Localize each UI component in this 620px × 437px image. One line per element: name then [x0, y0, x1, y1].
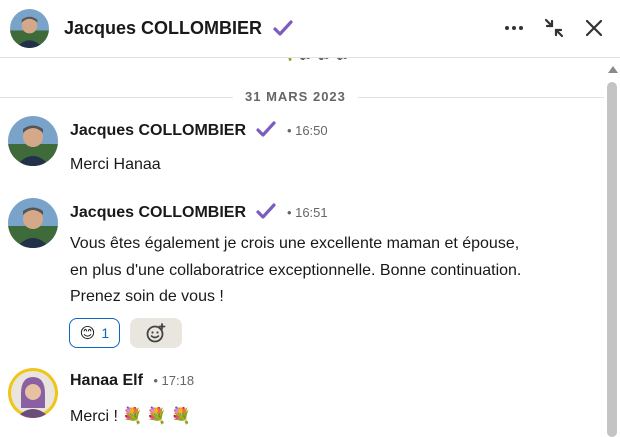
sender-avatar[interactable] — [8, 368, 58, 418]
shrink-arrows-icon — [544, 18, 564, 38]
message-text: Merci ! 💐 💐 💐 — [70, 408, 192, 425]
sender-name-text[interactable]: Hanaa Elf — [70, 372, 143, 389]
close-conversation-button[interactable] — [580, 14, 608, 42]
reaction-pill[interactable]: 😊 1 — [69, 318, 120, 348]
contact-avatar[interactable] — [10, 9, 49, 48]
message-timestamp: • 17:18 — [153, 373, 195, 388]
message-text: Merci Hanaa — [70, 156, 161, 173]
smiling-face-emoji-icon: 😊 — [79, 325, 96, 342]
sender-name[interactable]: Jacques COLLOMBIER • 16:50 — [70, 120, 328, 140]
more-horizontal-icon — [505, 26, 523, 30]
sender-name-text[interactable]: Jacques COLLOMBIER — [70, 122, 246, 139]
message-text: Vous êtes également je crois une excelle… — [70, 235, 522, 305]
scroll-up-arrow-icon[interactable] — [608, 66, 618, 73]
verified-badge-icon — [273, 20, 293, 36]
close-icon — [585, 19, 603, 37]
sender-name-text[interactable]: Jacques COLLOMBIER — [70, 204, 246, 221]
message-timestamp: • 16:51 — [286, 205, 328, 220]
sender-name[interactable]: Hanaa Elf • 17:18 — [70, 372, 194, 390]
more-options-button[interactable] — [500, 14, 528, 42]
add-reaction-button[interactable] — [130, 318, 182, 348]
contact-name[interactable]: Jacques COLLOMBIER — [64, 18, 293, 39]
conversation-header: Jacques COLLOMBIER — [0, 0, 620, 58]
minimize-conversation-button[interactable] — [540, 14, 568, 42]
verified-badge-icon — [256, 203, 277, 219]
scrollbar[interactable] — [604, 58, 620, 437]
add-emoji-icon — [146, 323, 166, 343]
scrollbar-thumb[interactable] — [607, 82, 617, 437]
verified-badge-icon — [256, 121, 277, 137]
sender-name[interactable]: Jacques COLLOMBIER • 16:51 — [70, 202, 328, 222]
sender-avatar[interactable] — [8, 116, 58, 166]
reaction-count: 1 — [101, 325, 110, 341]
date-divider: 31 MARS 2023 — [233, 89, 358, 104]
message-timestamp: • 16:50 — [286, 123, 328, 138]
sender-avatar[interactable] — [8, 198, 58, 248]
contact-name-text[interactable]: Jacques COLLOMBIER — [64, 18, 262, 38]
message-list[interactable]: 31 MARS 2023 Jacques COLLOMBIER • 16:50 … — [0, 58, 604, 437]
